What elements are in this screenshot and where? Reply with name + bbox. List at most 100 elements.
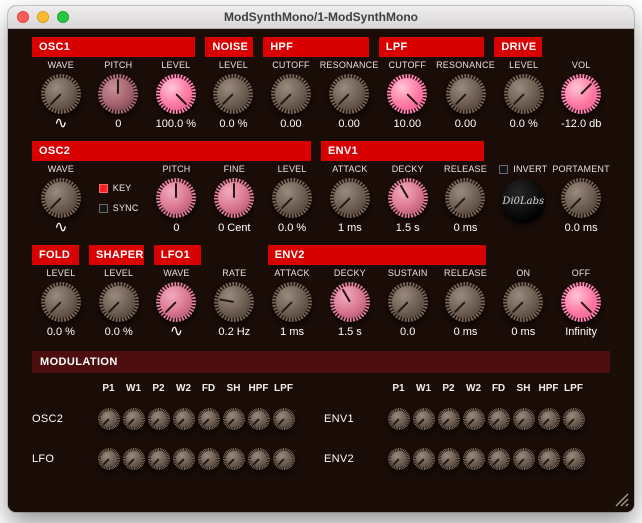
lfo1-rate-knob[interactable]	[214, 282, 254, 322]
mod-osc2-hpf-knob[interactable]	[248, 408, 270, 430]
mod-lfo-sh-knob[interactable]	[223, 448, 245, 470]
osc2-wave-knob[interactable]	[41, 178, 81, 218]
portament-knob[interactable]	[561, 178, 601, 218]
plugin-panel: OSC1NOISEHPFLPFDRIVE WAVE∿PITCH0LEVEL100…	[8, 29, 634, 512]
mod-col-header-p1: P1	[96, 383, 121, 394]
mod-env1-fd-knob[interactable]	[488, 408, 510, 430]
mod-env2-p1-cell	[386, 448, 411, 470]
osc2-fine-knob[interactable]	[214, 178, 254, 218]
mod-osc2-w1-knob[interactable]	[123, 408, 145, 430]
mod-env1-sh-cell	[511, 408, 536, 430]
env2-release-knob[interactable]	[445, 282, 485, 322]
section-title: LPF	[386, 41, 408, 53]
mod-lfo-lpf-knob[interactable]	[273, 448, 295, 470]
osc1-pitch-knob[interactable]	[98, 74, 138, 114]
env2-attack-knob[interactable]	[272, 282, 312, 322]
mod-env2-w2-knob[interactable]	[463, 448, 485, 470]
mod-osc2-p1-knob[interactable]	[98, 408, 120, 430]
mod-lfo-fd-knob[interactable]	[198, 448, 220, 470]
env1-release-knob[interactable]	[445, 178, 485, 218]
mod-env1-p2-knob[interactable]	[438, 408, 460, 430]
invert-checkbox[interactable]	[499, 165, 508, 174]
key-toggle[interactable]: KEY	[99, 183, 132, 193]
mod-osc2-w2-knob[interactable]	[173, 408, 195, 430]
mod-env2-hpf-knob[interactable]	[538, 448, 560, 470]
mod-row-lfo-env2: LFOENV2	[32, 443, 610, 475]
mod-env1-w2-knob[interactable]	[463, 408, 485, 430]
drive-level-knob[interactable]	[504, 74, 544, 114]
lfo1-wave-knob[interactable]	[156, 282, 196, 322]
hpf-cutoff-knob[interactable]	[271, 74, 311, 114]
zoom-button[interactable]	[57, 11, 69, 23]
osc2-fine-cell: FINE0 Cent	[205, 163, 263, 235]
shaper-level-cell: LEVEL0.0 %	[90, 267, 148, 339]
invert-toggle[interactable]: INVERT	[499, 163, 547, 175]
mod-env2-w1-knob[interactable]	[413, 448, 435, 470]
mod-lfo-w2-knob[interactable]	[173, 448, 195, 470]
mod-env2-w1-cell	[411, 448, 436, 470]
osc1-wave-knob[interactable]	[41, 74, 81, 114]
mod-lfo-hpf-knob[interactable]	[248, 448, 270, 470]
mod-env2-sh-knob[interactable]	[513, 448, 535, 470]
lpf-cutoff-knob[interactable]	[387, 74, 427, 114]
env1-decky-knob[interactable]	[388, 178, 428, 218]
mod-env1-lpf-knob[interactable]	[563, 408, 585, 430]
section-title: DRIVE	[501, 41, 536, 53]
osc2-level-knob[interactable]	[272, 178, 312, 218]
osc1-level-cell: LEVEL100.0 %	[147, 59, 205, 131]
env2-release-cell: RELEASE0 ms	[437, 267, 495, 339]
shaper-level-knob[interactable]	[99, 282, 139, 322]
mod-env2-fd-knob[interactable]	[488, 448, 510, 470]
env2-decky-knob[interactable]	[330, 282, 370, 322]
mod-env1-w1-knob[interactable]	[413, 408, 435, 430]
osc2-pitch-knob[interactable]	[156, 178, 196, 218]
mod-env1-p1-knob[interactable]	[388, 408, 410, 430]
osc1-level-knob[interactable]	[156, 74, 196, 114]
env1-decky-value: 1.5 s	[396, 221, 420, 235]
fold-level-knob[interactable]	[41, 282, 81, 322]
env1-attack-knob[interactable]	[330, 178, 370, 218]
env2-on-knob[interactable]	[503, 282, 543, 322]
mod-env1-fd-cell	[486, 408, 511, 430]
noise-level-knob[interactable]	[213, 74, 253, 114]
osc1-pitch-value: 0	[115, 117, 121, 131]
hpf-resonance-label: RESONANCE	[320, 59, 379, 71]
mod-osc2-sh-cell	[221, 408, 246, 430]
mod-osc2-sh-knob[interactable]	[223, 408, 245, 430]
vol-knob[interactable]	[561, 74, 601, 114]
mod-lfo-w1-knob[interactable]	[123, 448, 145, 470]
osc2-fine-label: FINE	[224, 163, 245, 175]
env2-decky-value: 1.5 s	[338, 325, 362, 339]
mod-col-header-fd: FD	[196, 383, 221, 394]
mod-env2-lpf-knob[interactable]	[563, 448, 585, 470]
key-checkbox[interactable]	[99, 184, 108, 193]
mod-osc2-p2-knob[interactable]	[148, 408, 170, 430]
lpf-resonance-knob[interactable]	[446, 74, 486, 114]
sync-checkbox[interactable]	[99, 204, 108, 213]
mod-lfo-w2-cell	[171, 448, 196, 470]
title-bar[interactable]: ModSynthMono/1-ModSynthMono	[8, 6, 634, 29]
mod-lfo-p2-knob[interactable]	[148, 448, 170, 470]
mod-osc2-fd-knob[interactable]	[198, 408, 220, 430]
mod-env1-hpf-knob[interactable]	[538, 408, 560, 430]
env1-attack-value: 1 ms	[338, 221, 362, 235]
hpf-cutoff-value: 0.00	[280, 117, 301, 131]
mod-lfo-p1-knob[interactable]	[98, 448, 120, 470]
sync-toggle[interactable]: SYNC	[99, 203, 139, 213]
env2-off-cell: OFFInfinity	[552, 267, 610, 339]
mod-osc2-lpf-knob[interactable]	[273, 408, 295, 430]
env2-on-value: 0 ms	[511, 325, 535, 339]
mod-env2-p2-knob[interactable]	[438, 448, 460, 470]
mod-lfo-p1-cell	[96, 448, 121, 470]
mod-env1-w1-cell	[411, 408, 436, 430]
mod-env1-sh-knob[interactable]	[513, 408, 535, 430]
close-button[interactable]	[17, 11, 29, 23]
env2-sustain-knob[interactable]	[388, 282, 428, 322]
modulation-title: MODULATION	[40, 356, 118, 368]
hpf-resonance-knob[interactable]	[329, 74, 369, 114]
env2-off-knob[interactable]	[561, 282, 601, 322]
resize-handle[interactable]	[613, 491, 629, 507]
drive-level-value: 0.0 %	[510, 117, 538, 131]
mod-env2-p1-knob[interactable]	[388, 448, 410, 470]
minimize-button[interactable]	[37, 11, 49, 23]
